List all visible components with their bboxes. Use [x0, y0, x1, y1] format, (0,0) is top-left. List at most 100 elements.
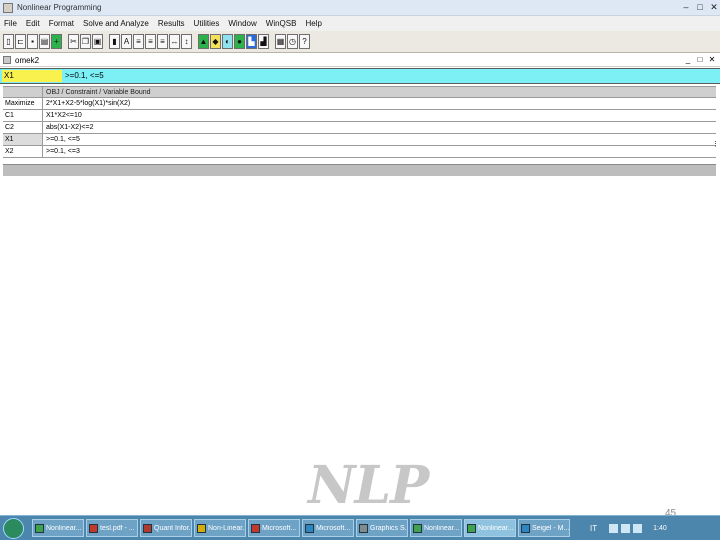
taskbar-button[interactable]: Seigel - M... — [518, 519, 570, 537]
table-row: X1 >=0.1, <=5 — [3, 134, 716, 146]
task-app-icon — [143, 523, 152, 533]
row-label[interactable]: C2 — [3, 122, 43, 133]
taskbar-button[interactable]: Nonlinear... — [410, 519, 462, 537]
row-label[interactable]: C1 — [3, 110, 43, 121]
grid-cell[interactable]: >=0.1, <=3 — [43, 146, 716, 157]
cell-content-input[interactable]: >=0.1, <=5 — [65, 70, 104, 82]
grid-cell[interactable]: >=0.1, <=5 — [43, 134, 716, 145]
taskbar-tasks: Nonlinear... tesl.pdf - ... Quant Infor...… — [32, 519, 572, 537]
task-app-icon — [35, 523, 44, 533]
task-label: Non-Linear... — [208, 524, 245, 532]
open-folder-icon[interactable]: ⊏ — [15, 34, 26, 49]
task-label: Nonlinear... — [478, 524, 514, 532]
save-icon[interactable]: ▪ — [27, 34, 38, 49]
document-title: omek2 — [15, 55, 40, 65]
column-width-icon[interactable]: ↔ — [169, 34, 180, 49]
task-label: Quant Infor... — [154, 524, 191, 532]
taskbar-button[interactable]: Nonlinear... — [32, 519, 84, 537]
grid-cell[interactable]: abs(X1-X2)<=2 — [43, 122, 716, 133]
language-indicator[interactable]: IT — [590, 524, 597, 533]
solve-steps-icon[interactable]: ◆ — [210, 34, 221, 49]
taskbar-button[interactable]: Graphics S... — [356, 519, 408, 537]
document-icon — [3, 56, 11, 64]
chart-icon[interactable]: ▙ — [246, 34, 257, 49]
minimize-button[interactable]: – — [680, 0, 692, 14]
menu-utilities[interactable]: Utilities — [194, 19, 220, 28]
flag-icon[interactable] — [621, 523, 631, 533]
new-file-icon[interactable]: ▯ — [3, 34, 14, 49]
cell-editor-bar: X1 >=0.1, <=5 — [0, 68, 720, 84]
close-button[interactable]: ✕ — [708, 0, 720, 14]
task-label: Nonlinear... — [424, 524, 460, 532]
solve-icon[interactable]: ▲ — [198, 34, 209, 49]
task-app-icon — [197, 523, 206, 533]
menu-winqsb[interactable]: WinQSB — [266, 19, 297, 28]
taskbar: Nonlinear... tesl.pdf - ... Quant Infor...… — [0, 515, 720, 540]
task-app-icon — [467, 523, 476, 533]
grid-bottom-bar — [3, 164, 716, 176]
graph-icon[interactable]: ● — [234, 34, 245, 49]
taskbar-button[interactable]: Microsoft... — [248, 519, 300, 537]
menu-format[interactable]: Format — [49, 19, 74, 28]
model-grid: OBJ / Constraint / Variable Bound Maximi… — [3, 86, 716, 158]
row-height-icon[interactable]: ↕ — [181, 34, 192, 49]
analysis-icon[interactable]: ◐ — [222, 34, 233, 49]
document-window-title: omek2 _ □ ✕ — [0, 54, 720, 67]
row-label[interactable]: X2 — [3, 146, 43, 157]
align-left-icon[interactable]: ≡ — [133, 34, 144, 49]
cut-icon[interactable]: ✂ — [68, 34, 79, 49]
add-icon[interactable]: + — [51, 34, 62, 49]
row-label[interactable]: X1 — [3, 134, 43, 145]
menu-file[interactable]: File — [4, 19, 17, 28]
slide-watermark: NLP — [308, 455, 429, 516]
menu-help[interactable]: Help — [305, 19, 321, 28]
scroll-marker[interactable]: ⋮ — [712, 139, 719, 150]
taskbar-button[interactable]: Microsoft... — [302, 519, 354, 537]
window-controls: – □ ✕ — [678, 0, 720, 15]
taskbar-button[interactable]: tesl.pdf - ... — [86, 519, 138, 537]
task-app-icon — [89, 523, 98, 533]
menu-window[interactable]: Window — [228, 19, 256, 28]
toolbar: ▯ ⊏ ▪ ▤ + ✂ ❐ ▣ ▮ A ≡ ≡ ≡ ↔ ↕ ▲ ◆ ◐ ● ▙ … — [0, 31, 720, 53]
bar-chart-icon[interactable]: ▮ — [109, 34, 120, 49]
app-icon — [3, 2, 13, 13]
volume-icon[interactable] — [633, 523, 643, 533]
font-icon[interactable]: A — [121, 34, 132, 49]
table-row: C2 abs(X1-X2)<=2 — [3, 122, 716, 134]
start-button[interactable] — [3, 518, 24, 539]
taskbar-button[interactable]: Nonlinear... — [464, 519, 516, 537]
doc-close-button[interactable]: ✕ — [707, 54, 717, 66]
taskbar-button[interactable]: Non-Linear... — [194, 519, 246, 537]
grid-cell[interactable]: X1*X2<=10 — [43, 110, 716, 121]
task-label: Nonlinear... — [46, 524, 82, 532]
clock-icon[interactable]: ◷ — [287, 34, 298, 49]
results-chart-icon[interactable]: ▟ — [258, 34, 269, 49]
print-icon[interactable]: ▤ — [39, 34, 50, 49]
network-icon[interactable] — [609, 523, 619, 533]
task-app-icon — [521, 523, 530, 533]
grid-cell[interactable]: 2*X1+X2-5*log(X1)*sin(X2) — [43, 98, 716, 109]
task-label: Seigel - M... — [532, 524, 569, 532]
task-label: Microsoft... — [316, 524, 351, 532]
doc-minimize-button[interactable]: _ — [683, 54, 693, 66]
grid-header-row: OBJ / Constraint / Variable Bound — [3, 86, 716, 98]
task-app-icon — [359, 523, 368, 533]
maximize-button[interactable]: □ — [694, 0, 706, 14]
row-label[interactable]: Maximize — [3, 98, 43, 109]
copy-icon[interactable]: ❐ — [80, 34, 91, 49]
clock[interactable]: 1:40 — [653, 525, 667, 532]
taskbar-button[interactable]: Quant Infor... — [140, 519, 192, 537]
help-icon[interactable]: ? — [299, 34, 310, 49]
table-row: Maximize 2*X1+X2-5*log(X1)*sin(X2) — [3, 98, 716, 110]
menu-edit[interactable]: Edit — [26, 19, 40, 28]
app-title-bar: Nonlinear Programming – □ ✕ — [0, 0, 720, 16]
align-center-icon[interactable]: ≡ — [145, 34, 156, 49]
menu-solve-and-analyze[interactable]: Solve and Analyze — [83, 19, 149, 28]
doc-maximize-button[interactable]: □ — [695, 54, 705, 66]
grid-icon[interactable]: ▦ — [275, 34, 286, 49]
system-tray: IT 1:40 — [590, 519, 667, 537]
paste-icon[interactable]: ▣ — [92, 34, 103, 49]
menu-results[interactable]: Results — [158, 19, 185, 28]
grid-column-header: OBJ / Constraint / Variable Bound — [46, 89, 151, 96]
align-right-icon[interactable]: ≡ — [157, 34, 168, 49]
